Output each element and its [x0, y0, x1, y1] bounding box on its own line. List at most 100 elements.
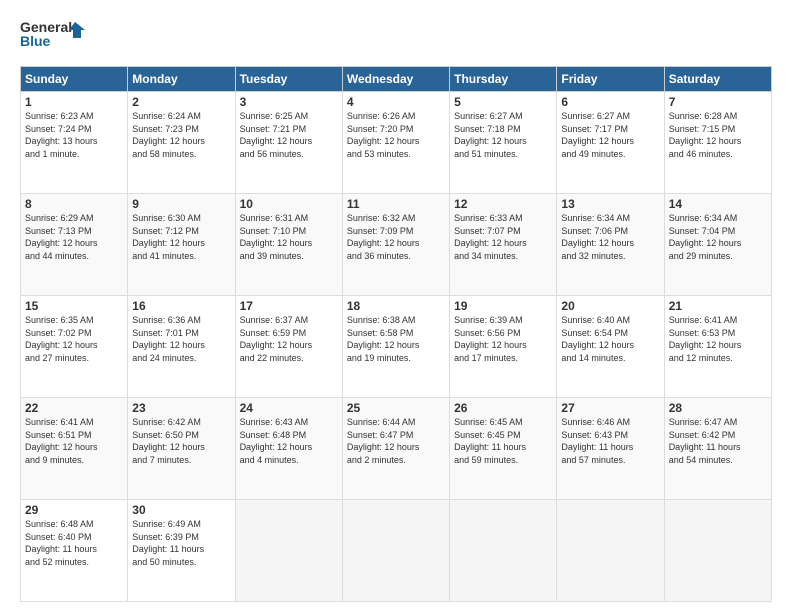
day-number: 4 — [347, 95, 445, 109]
day-cell: 5Sunrise: 6:27 AM Sunset: 7:18 PM Daylig… — [450, 92, 557, 194]
week-row-1: 1Sunrise: 6:23 AM Sunset: 7:24 PM Daylig… — [21, 92, 772, 194]
day-number: 24 — [240, 401, 338, 415]
weekday-header-sunday: Sunday — [21, 67, 128, 92]
day-cell: 14Sunrise: 6:34 AM Sunset: 7:04 PM Dayli… — [664, 194, 771, 296]
day-cell: 13Sunrise: 6:34 AM Sunset: 7:06 PM Dayli… — [557, 194, 664, 296]
day-number: 11 — [347, 197, 445, 211]
day-cell: 10Sunrise: 6:31 AM Sunset: 7:10 PM Dayli… — [235, 194, 342, 296]
day-cell: 25Sunrise: 6:44 AM Sunset: 6:47 PM Dayli… — [342, 398, 449, 500]
day-cell: 7Sunrise: 6:28 AM Sunset: 7:15 PM Daylig… — [664, 92, 771, 194]
day-cell: 18Sunrise: 6:38 AM Sunset: 6:58 PM Dayli… — [342, 296, 449, 398]
day-info: Sunrise: 6:41 AM Sunset: 6:53 PM Dayligh… — [669, 314, 767, 364]
day-number: 7 — [669, 95, 767, 109]
day-cell: 17Sunrise: 6:37 AM Sunset: 6:59 PM Dayli… — [235, 296, 342, 398]
day-number: 27 — [561, 401, 659, 415]
day-info: Sunrise: 6:35 AM Sunset: 7:02 PM Dayligh… — [25, 314, 123, 364]
day-cell — [342, 500, 449, 602]
day-info: Sunrise: 6:38 AM Sunset: 6:58 PM Dayligh… — [347, 314, 445, 364]
day-cell: 22Sunrise: 6:41 AM Sunset: 6:51 PM Dayli… — [21, 398, 128, 500]
day-cell: 16Sunrise: 6:36 AM Sunset: 7:01 PM Dayli… — [128, 296, 235, 398]
day-cell: 23Sunrise: 6:42 AM Sunset: 6:50 PM Dayli… — [128, 398, 235, 500]
day-cell: 2Sunrise: 6:24 AM Sunset: 7:23 PM Daylig… — [128, 92, 235, 194]
day-number: 18 — [347, 299, 445, 313]
day-cell: 20Sunrise: 6:40 AM Sunset: 6:54 PM Dayli… — [557, 296, 664, 398]
day-info: Sunrise: 6:30 AM Sunset: 7:12 PM Dayligh… — [132, 212, 230, 262]
day-cell — [235, 500, 342, 602]
day-cell: 4Sunrise: 6:26 AM Sunset: 7:20 PM Daylig… — [342, 92, 449, 194]
day-info: Sunrise: 6:42 AM Sunset: 6:50 PM Dayligh… — [132, 416, 230, 466]
calendar-body: 1Sunrise: 6:23 AM Sunset: 7:24 PM Daylig… — [21, 92, 772, 602]
day-info: Sunrise: 6:31 AM Sunset: 7:10 PM Dayligh… — [240, 212, 338, 262]
week-row-2: 8Sunrise: 6:29 AM Sunset: 7:13 PM Daylig… — [21, 194, 772, 296]
day-info: Sunrise: 6:34 AM Sunset: 7:06 PM Dayligh… — [561, 212, 659, 262]
day-info: Sunrise: 6:25 AM Sunset: 7:21 PM Dayligh… — [240, 110, 338, 160]
day-cell: 19Sunrise: 6:39 AM Sunset: 6:56 PM Dayli… — [450, 296, 557, 398]
day-number: 26 — [454, 401, 552, 415]
logo: GeneralBlue — [20, 16, 90, 56]
day-info: Sunrise: 6:43 AM Sunset: 6:48 PM Dayligh… — [240, 416, 338, 466]
day-info: Sunrise: 6:40 AM Sunset: 6:54 PM Dayligh… — [561, 314, 659, 364]
day-cell: 26Sunrise: 6:45 AM Sunset: 6:45 PM Dayli… — [450, 398, 557, 500]
day-cell: 29Sunrise: 6:48 AM Sunset: 6:40 PM Dayli… — [21, 500, 128, 602]
day-number: 16 — [132, 299, 230, 313]
day-cell: 11Sunrise: 6:32 AM Sunset: 7:09 PM Dayli… — [342, 194, 449, 296]
day-number: 15 — [25, 299, 123, 313]
logo-svg: GeneralBlue — [20, 16, 90, 56]
day-info: Sunrise: 6:34 AM Sunset: 7:04 PM Dayligh… — [669, 212, 767, 262]
day-number: 10 — [240, 197, 338, 211]
week-row-4: 22Sunrise: 6:41 AM Sunset: 6:51 PM Dayli… — [21, 398, 772, 500]
day-cell: 21Sunrise: 6:41 AM Sunset: 6:53 PM Dayli… — [664, 296, 771, 398]
day-info: Sunrise: 6:29 AM Sunset: 7:13 PM Dayligh… — [25, 212, 123, 262]
day-cell — [664, 500, 771, 602]
day-number: 29 — [25, 503, 123, 517]
day-cell: 24Sunrise: 6:43 AM Sunset: 6:48 PM Dayli… — [235, 398, 342, 500]
day-info: Sunrise: 6:33 AM Sunset: 7:07 PM Dayligh… — [454, 212, 552, 262]
weekday-header-monday: Monday — [128, 67, 235, 92]
day-number: 21 — [669, 299, 767, 313]
day-info: Sunrise: 6:36 AM Sunset: 7:01 PM Dayligh… — [132, 314, 230, 364]
day-info: Sunrise: 6:37 AM Sunset: 6:59 PM Dayligh… — [240, 314, 338, 364]
week-row-5: 29Sunrise: 6:48 AM Sunset: 6:40 PM Dayli… — [21, 500, 772, 602]
day-cell: 8Sunrise: 6:29 AM Sunset: 7:13 PM Daylig… — [21, 194, 128, 296]
day-info: Sunrise: 6:23 AM Sunset: 7:24 PM Dayligh… — [25, 110, 123, 160]
day-number: 19 — [454, 299, 552, 313]
day-number: 13 — [561, 197, 659, 211]
day-info: Sunrise: 6:41 AM Sunset: 6:51 PM Dayligh… — [25, 416, 123, 466]
day-info: Sunrise: 6:27 AM Sunset: 7:17 PM Dayligh… — [561, 110, 659, 160]
day-number: 12 — [454, 197, 552, 211]
day-number: 28 — [669, 401, 767, 415]
day-info: Sunrise: 6:26 AM Sunset: 7:20 PM Dayligh… — [347, 110, 445, 160]
day-info: Sunrise: 6:47 AM Sunset: 6:42 PM Dayligh… — [669, 416, 767, 466]
day-number: 8 — [25, 197, 123, 211]
weekday-header-thursday: Thursday — [450, 67, 557, 92]
day-number: 17 — [240, 299, 338, 313]
day-number: 5 — [454, 95, 552, 109]
calendar-table: SundayMondayTuesdayWednesdayThursdayFrid… — [20, 66, 772, 602]
weekday-header-row: SundayMondayTuesdayWednesdayThursdayFrid… — [21, 67, 772, 92]
day-info: Sunrise: 6:45 AM Sunset: 6:45 PM Dayligh… — [454, 416, 552, 466]
day-info: Sunrise: 6:39 AM Sunset: 6:56 PM Dayligh… — [454, 314, 552, 364]
day-cell — [557, 500, 664, 602]
day-info: Sunrise: 6:28 AM Sunset: 7:15 PM Dayligh… — [669, 110, 767, 160]
day-cell — [450, 500, 557, 602]
day-number: 22 — [25, 401, 123, 415]
weekday-header-friday: Friday — [557, 67, 664, 92]
weekday-header-tuesday: Tuesday — [235, 67, 342, 92]
day-number: 3 — [240, 95, 338, 109]
day-cell: 28Sunrise: 6:47 AM Sunset: 6:42 PM Dayli… — [664, 398, 771, 500]
day-cell: 1Sunrise: 6:23 AM Sunset: 7:24 PM Daylig… — [21, 92, 128, 194]
day-number: 20 — [561, 299, 659, 313]
day-cell: 12Sunrise: 6:33 AM Sunset: 7:07 PM Dayli… — [450, 194, 557, 296]
svg-text:Blue: Blue — [20, 33, 51, 49]
day-cell: 9Sunrise: 6:30 AM Sunset: 7:12 PM Daylig… — [128, 194, 235, 296]
day-info: Sunrise: 6:48 AM Sunset: 6:40 PM Dayligh… — [25, 518, 123, 568]
week-row-3: 15Sunrise: 6:35 AM Sunset: 7:02 PM Dayli… — [21, 296, 772, 398]
day-number: 2 — [132, 95, 230, 109]
day-info: Sunrise: 6:32 AM Sunset: 7:09 PM Dayligh… — [347, 212, 445, 262]
weekday-header-saturday: Saturday — [664, 67, 771, 92]
day-number: 30 — [132, 503, 230, 517]
day-cell: 6Sunrise: 6:27 AM Sunset: 7:17 PM Daylig… — [557, 92, 664, 194]
day-number: 1 — [25, 95, 123, 109]
calendar-page: GeneralBlue SundayMondayTuesdayWednesday… — [0, 0, 792, 612]
day-cell: 15Sunrise: 6:35 AM Sunset: 7:02 PM Dayli… — [21, 296, 128, 398]
